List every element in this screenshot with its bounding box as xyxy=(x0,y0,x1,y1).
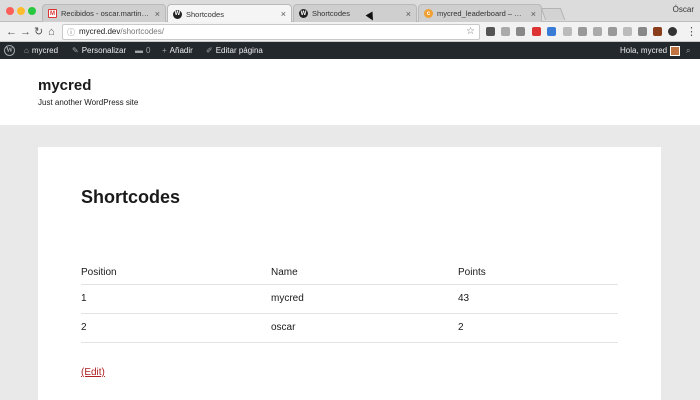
wp-logo-menu[interactable]: W xyxy=(4,42,15,59)
tab-label: Recibidos - oscar.martin@gn xyxy=(61,9,152,18)
admin-bar-add-new[interactable]: + Añadir xyxy=(162,42,193,59)
avatar xyxy=(670,45,681,56)
extension-icon[interactable] xyxy=(563,27,572,36)
extension-icon[interactable] xyxy=(668,27,677,36)
search-icon: ⌕ xyxy=(686,46,691,55)
customize-label: Personalizar xyxy=(81,46,127,55)
admin-bar-edit-page[interactable]: ✐ Editar página xyxy=(206,42,263,59)
add-new-label: Añadir xyxy=(169,46,193,55)
cell-points: 2 xyxy=(458,322,464,333)
close-icon[interactable]: × xyxy=(155,9,160,19)
home-icon[interactable]: ⌂ xyxy=(48,25,55,39)
admin-bar-comments[interactable]: ▬ 0 xyxy=(135,42,150,59)
close-icon[interactable]: × xyxy=(281,9,286,19)
site-tagline: Just another WordPress site xyxy=(38,98,139,107)
leaderboard-table: Position Name Points 1 mycred 43 2 oscar… xyxy=(81,264,618,343)
extension-icon[interactable] xyxy=(638,27,647,36)
bookmark-star-icon[interactable]: ☆ xyxy=(466,25,475,39)
page-title: Shortcodes xyxy=(81,187,181,207)
greeting-label: Hola, mycred xyxy=(620,46,668,55)
reload-icon[interactable]: ↻ xyxy=(34,25,43,39)
browser-tab-strip: M Recibidos - oscar.martin@gn × W Shortc… xyxy=(0,0,700,23)
comments-count: 0 xyxy=(146,46,151,55)
site-title[interactable]: mycred xyxy=(38,77,91,94)
cell-name: mycred xyxy=(271,293,304,304)
table-row: 1 mycred 43 xyxy=(81,285,618,314)
cell-points: 43 xyxy=(458,293,470,304)
browser-tab-shortcodes[interactable]: W Shortcodes × xyxy=(293,4,417,22)
plus-icon: + xyxy=(162,46,167,55)
extension-icon[interactable] xyxy=(593,27,602,36)
dashboard-icon: ⌂ xyxy=(24,46,29,55)
extension-icon[interactable] xyxy=(532,27,541,36)
extension-icon[interactable] xyxy=(547,27,556,36)
extension-icon[interactable] xyxy=(501,27,510,36)
admin-bar-my-account[interactable]: Hola, mycred xyxy=(620,42,681,59)
browser-tab-mycred-leaderboard[interactable]: c mycred_leaderboard – myCRE × xyxy=(418,4,542,22)
column-header-points: Points xyxy=(458,267,486,278)
extension-icon[interactable] xyxy=(623,27,632,36)
admin-bar-customize[interactable]: ✎ Personalizar xyxy=(72,42,126,59)
table-header-row: Position Name Points xyxy=(81,264,618,285)
brush-icon: ✎ xyxy=(72,46,79,55)
address-bar[interactable]: ⓘ mycred.dev/shortcodes/ ☆ xyxy=(62,24,480,40)
browser-tab-gmail[interactable]: M Recibidos - oscar.martin@gn × xyxy=(42,4,166,22)
forward-arrow-icon[interactable]: → xyxy=(20,25,31,39)
close-icon[interactable]: × xyxy=(531,9,536,19)
maximize-window-button[interactable] xyxy=(28,7,36,15)
extension-icon[interactable] xyxy=(486,27,495,36)
edit-page-label: Editar página xyxy=(215,46,263,55)
gmail-icon: M xyxy=(48,9,57,18)
wordpress-icon: W xyxy=(4,45,15,56)
extension-icon[interactable] xyxy=(578,27,587,36)
browser-tab-shortcodes-active[interactable]: W Shortcodes × xyxy=(167,4,292,23)
column-header-position: Position xyxy=(81,267,117,278)
info-icon[interactable]: ⓘ xyxy=(67,26,75,40)
tab-label: Shortcodes xyxy=(312,9,350,18)
wp-admin-bar: W ⌂ mycred ✎ Personalizar ▬ 0 + Añadir ✐… xyxy=(0,42,700,59)
cell-position: 1 xyxy=(81,293,87,304)
tab-label: Shortcodes xyxy=(186,9,224,19)
content-card: Shortcodes Position Name Points 1 mycred… xyxy=(38,147,661,400)
tab-label: mycred_leaderboard – myCRE xyxy=(437,9,528,18)
back-arrow-icon[interactable]: ← xyxy=(6,25,17,39)
comment-icon: ▬ xyxy=(135,46,143,55)
browser-toolbar: ← → ↻ ⌂ ⓘ mycred.dev/shortcodes/ ☆ ⋮ xyxy=(0,22,700,42)
site-name-label: mycred xyxy=(31,46,59,55)
minimize-window-button[interactable] xyxy=(17,7,25,15)
edit-link[interactable]: (Edit) xyxy=(81,367,105,378)
close-window-button[interactable] xyxy=(6,7,14,15)
mycred-icon: c xyxy=(424,9,433,18)
extension-icon[interactable] xyxy=(516,27,525,36)
cell-position: 2 xyxy=(81,322,87,333)
extension-icon[interactable] xyxy=(653,27,662,36)
close-icon[interactable]: × xyxy=(406,9,411,19)
column-header-name: Name xyxy=(271,267,298,278)
url-host: mycred.dev xyxy=(79,27,121,36)
profile-name[interactable]: Óscar xyxy=(673,5,694,14)
cell-name: oscar xyxy=(271,322,296,333)
new-tab-button[interactable] xyxy=(540,8,566,20)
wordpress-icon: W xyxy=(299,9,308,18)
menu-dots-icon[interactable]: ⋮ xyxy=(686,25,697,39)
admin-bar-search[interactable]: ⌕ xyxy=(686,42,690,59)
site-header: mycred Just another WordPress site xyxy=(0,59,700,125)
admin-bar-site-name[interactable]: ⌂ mycred xyxy=(24,42,58,59)
extension-icon[interactable] xyxy=(608,27,617,36)
table-row: 2 oscar 2 xyxy=(81,314,618,343)
wordpress-icon: W xyxy=(173,9,182,19)
pencil-icon: ✐ xyxy=(206,46,213,55)
url-path: /shortcodes/ xyxy=(120,27,164,36)
